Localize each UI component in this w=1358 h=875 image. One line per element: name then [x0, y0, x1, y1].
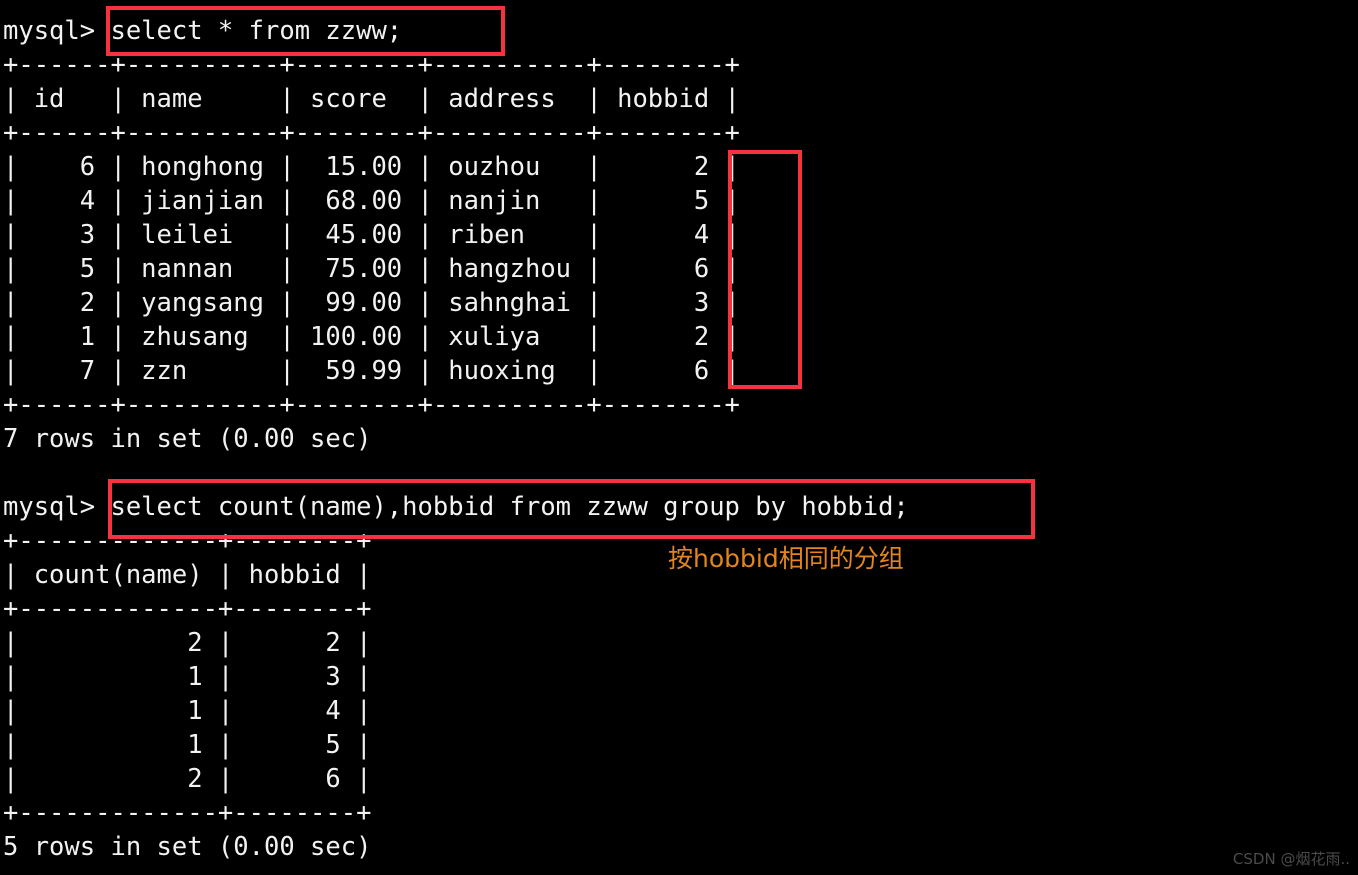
- terminal-output: mysql> select * from zzww; +------+------…: [3, 14, 909, 864]
- terminal-line: +-------------+--------+: [3, 594, 372, 624]
- terminal-line: | 2 | yangsang | 99.00 | sahnghai | 3 |: [3, 288, 740, 318]
- terminal-line: +------+----------+--------+----------+-…: [3, 118, 740, 148]
- terminal-line: | 2 | 6 |: [3, 764, 372, 794]
- terminal-line: | 6 | honghong | 15.00 | ouzhou | 2 |: [3, 152, 740, 182]
- terminal-line: | 5 | nannan | 75.00 | hangzhou | 6 |: [3, 254, 740, 284]
- terminal-line: 5 rows in set (0.00 sec): [3, 832, 372, 862]
- terminal-line: mysql> select * from zzww;: [3, 16, 403, 46]
- terminal-line: | 2 | 2 |: [3, 628, 372, 658]
- terminal-line: +-------------+--------+: [3, 798, 372, 828]
- terminal-line: | 7 | zzn | 59.99 | huoxing | 6 |: [3, 356, 740, 386]
- terminal-line: +------+----------+--------+----------+-…: [3, 50, 740, 80]
- terminal-line: | 1 | 3 |: [3, 662, 372, 692]
- terminal-line: 7 rows in set (0.00 sec): [3, 424, 372, 454]
- terminal-line: | 1 | 4 |: [3, 696, 372, 726]
- terminal-window[interactable]: mysql> select * from zzww; +------+------…: [0, 0, 1358, 875]
- terminal-line: | 1 | zhusang | 100.00 | xuliya | 2 |: [3, 322, 740, 352]
- annotation-group-by-note: 按hobbid相同的分组: [668, 544, 904, 573]
- terminal-line: | 4 | jianjian | 68.00 | nanjin | 5 |: [3, 186, 740, 216]
- terminal-line: | 1 | 5 |: [3, 730, 372, 760]
- terminal-line: | id | name | score | address | hobbid |: [3, 84, 740, 114]
- watermark: CSDN @烟花雨..: [1232, 850, 1350, 868]
- terminal-line: mysql> select count(name),hobbid from zz…: [3, 492, 909, 522]
- terminal-line: +------+----------+--------+----------+-…: [3, 390, 740, 420]
- terminal-line: | 3 | leilei | 45.00 | riben | 4 |: [3, 220, 740, 250]
